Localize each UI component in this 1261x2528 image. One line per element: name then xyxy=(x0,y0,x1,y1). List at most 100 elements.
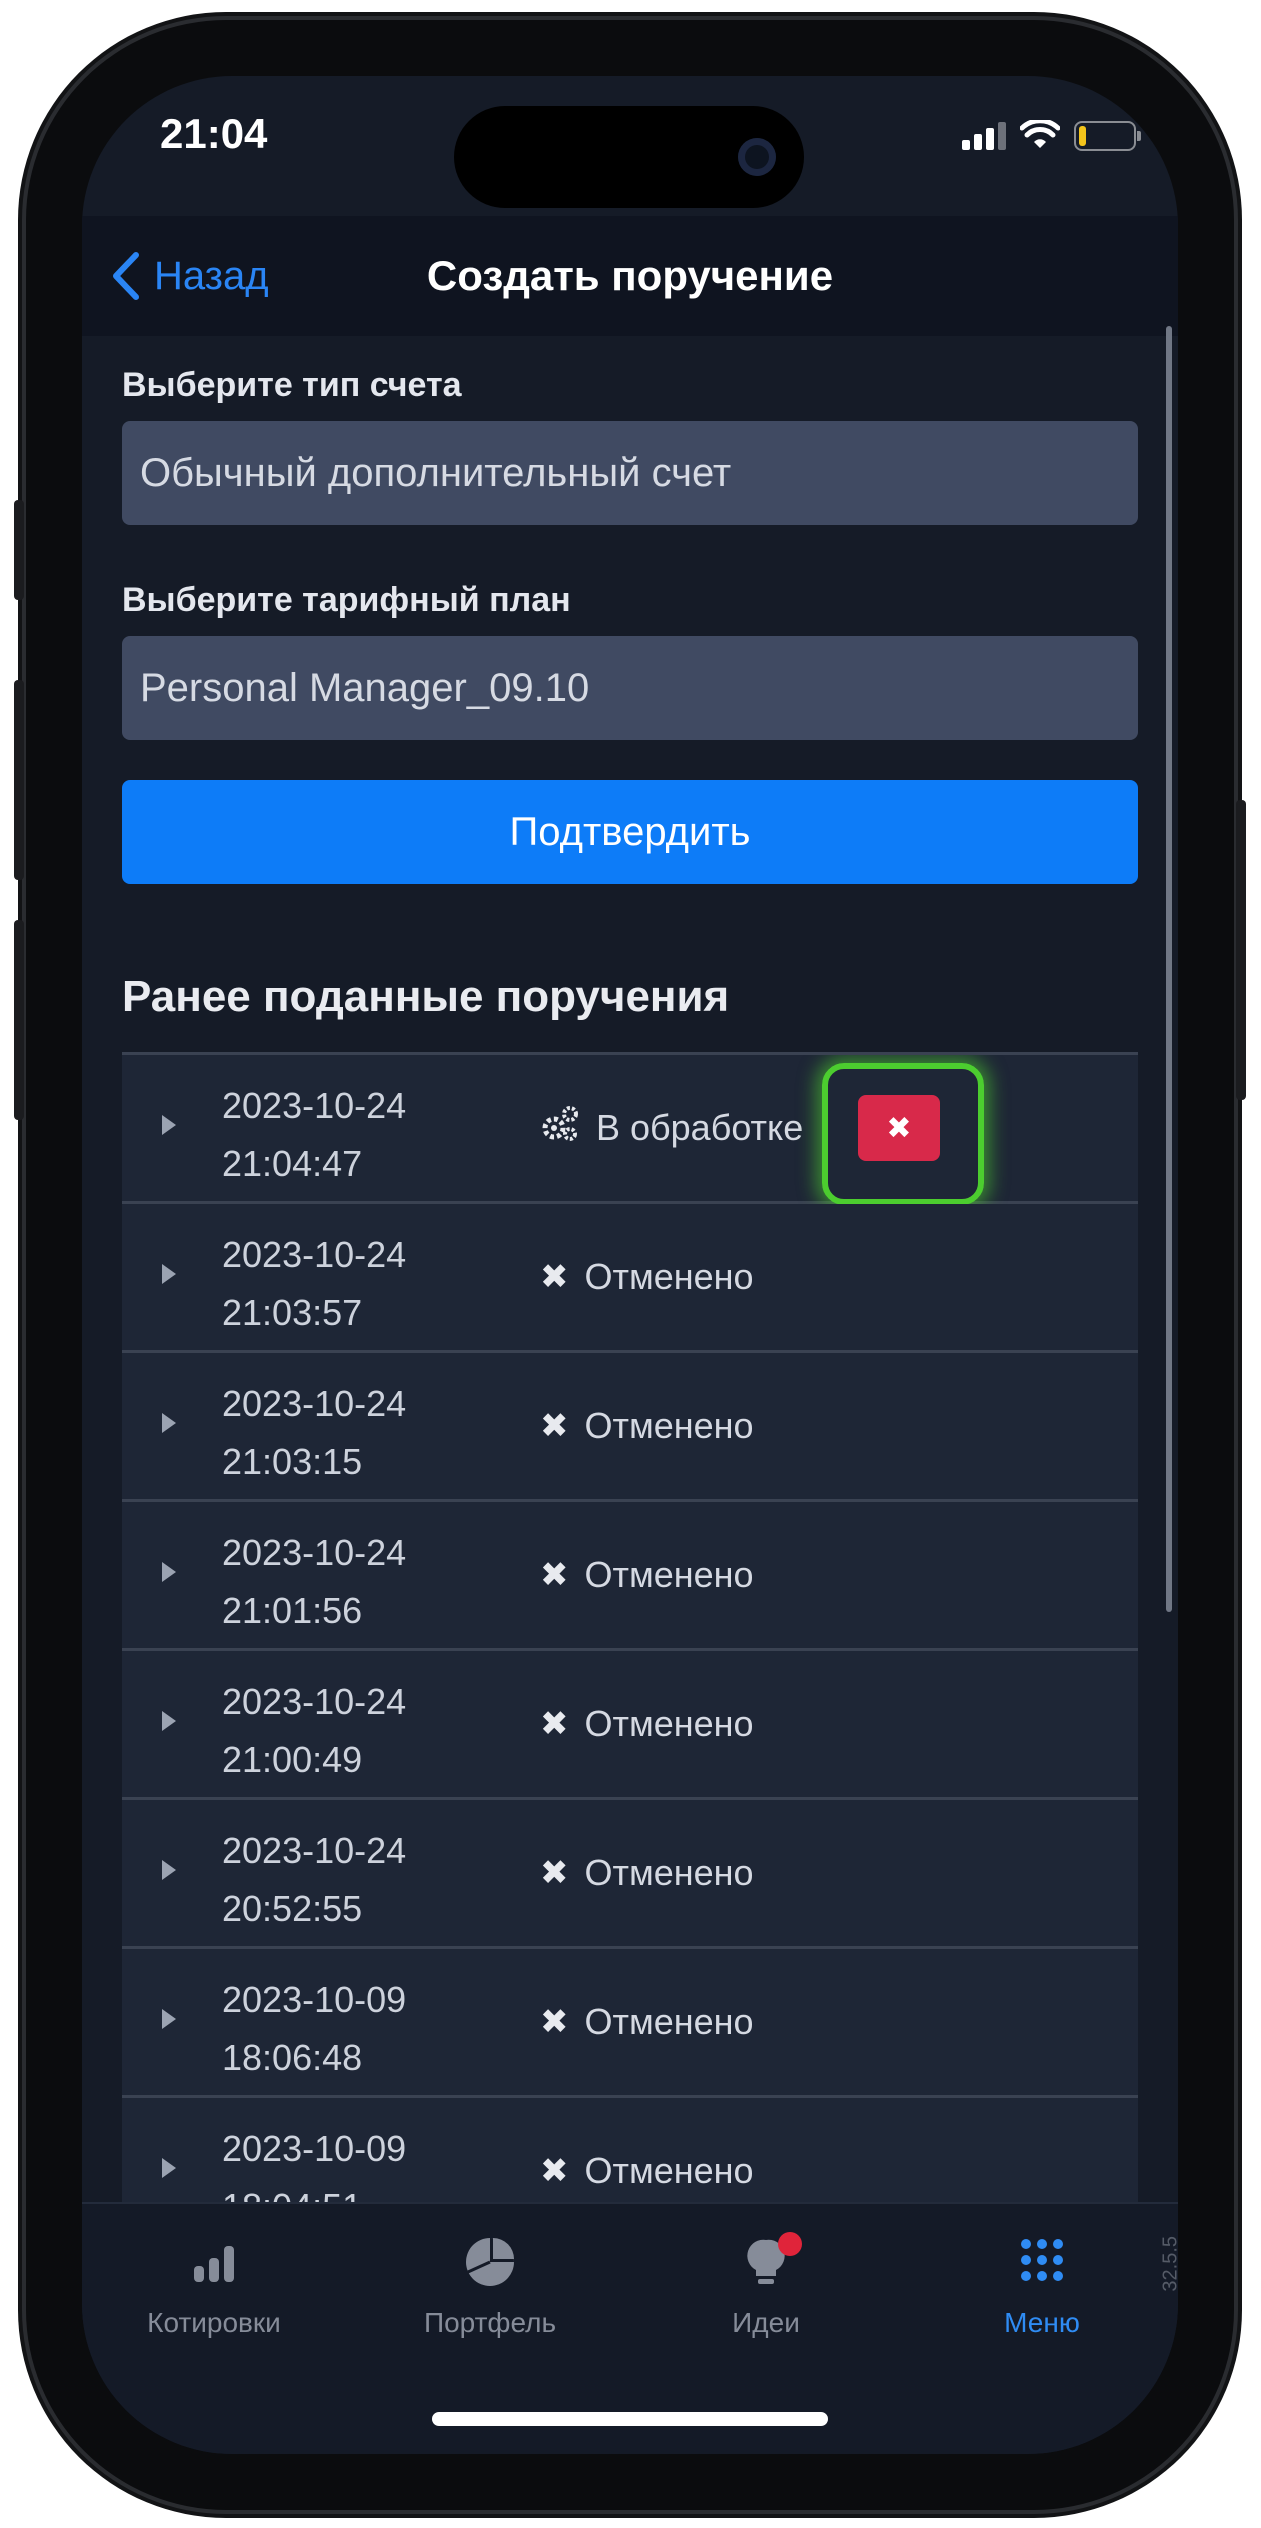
order-time: 21:01:56 xyxy=(222,1590,363,1631)
tariff-select[interactable]: Personal Manager_09.10 xyxy=(122,636,1138,740)
order-date: 2023-10-24 xyxy=(222,1681,407,1722)
notification-badge xyxy=(778,2232,802,2256)
tab-menu[interactable]: Меню xyxy=(942,2232,1142,2339)
tab-ideas[interactable]: Идеи xyxy=(666,2232,866,2339)
order-status: ✖ Отменено xyxy=(540,1204,754,1350)
order-datetime: 2023-10-24 21:01:56 xyxy=(222,1524,406,1640)
close-icon: ✖ xyxy=(540,1258,569,1296)
tab-label: Идеи xyxy=(732,2307,800,2338)
close-icon: ✖ xyxy=(540,1407,569,1445)
expand-triangle-icon[interactable] xyxy=(162,1562,176,1582)
table-row: 2023-10-24 21:00:49 ✖ Отменено xyxy=(122,1651,1138,1800)
table-row: 2023-10-24 21:01:56 ✖ Отменено xyxy=(122,1502,1138,1651)
order-form: Выберите тип счета Обычный дополнительны… xyxy=(122,366,1138,1054)
order-status: В обработке xyxy=(540,1055,803,1201)
home-indicator[interactable] xyxy=(432,2412,828,2426)
tab-label: Котировки xyxy=(147,2307,281,2338)
expand-triangle-icon[interactable] xyxy=(162,1860,176,1880)
status-label: Отменено xyxy=(584,1703,754,1744)
order-status: ✖ Отменено xyxy=(540,1800,754,1946)
tab-bar: Котировки Портфель Идеи Меню 32.5.5 xyxy=(82,2202,1178,2454)
order-datetime: 2023-10-24 21:03:15 xyxy=(222,1375,406,1491)
wifi-icon xyxy=(1020,120,1060,148)
back-button[interactable]: Назад xyxy=(110,216,269,336)
order-datetime: 2023-10-09 18:06:48 xyxy=(222,1971,406,2087)
tab-label: Портфель xyxy=(423,2307,557,2338)
table-row: 2023-10-24 21:04:47 В обработке ✖ xyxy=(122,1055,1138,1205)
status-time: 21:04 xyxy=(160,110,268,157)
order-status: ✖ Отменено xyxy=(540,1949,754,2095)
pie-chart-icon xyxy=(460,2232,520,2299)
order-time: 21:04:47 xyxy=(222,1143,363,1184)
tab-quotes[interactable]: Котировки xyxy=(114,2232,314,2339)
bar-chart-icon xyxy=(184,2232,244,2299)
account-type-select[interactable]: Обычный дополнительный счет xyxy=(122,421,1138,525)
tab-portfolio[interactable]: Портфель xyxy=(390,2232,590,2339)
order-status: ✖ Отменено xyxy=(540,1651,754,1797)
close-icon: ✖ xyxy=(540,2152,569,2190)
order-date: 2023-10-24 xyxy=(222,1085,407,1126)
cancel-order-button[interactable]: ✖ xyxy=(858,1095,940,1161)
order-date: 2023-10-24 xyxy=(222,1234,407,1275)
expand-triangle-icon[interactable] xyxy=(162,1115,176,1135)
expand-triangle-icon[interactable] xyxy=(162,2009,176,2029)
status-label: Отменено xyxy=(584,1554,754,1595)
status-label: Отменено xyxy=(584,1256,754,1297)
expand-triangle-icon[interactable] xyxy=(162,2158,176,2178)
order-datetime: 2023-10-24 21:03:57 xyxy=(222,1226,406,1342)
mute-switch xyxy=(14,500,24,600)
order-date: 2023-10-24 xyxy=(222,1830,407,1871)
status-label: Отменено xyxy=(584,2150,754,2191)
grid-menu-icon xyxy=(1012,2232,1072,2299)
table-row: 2023-10-24 21:03:57 ✖ Отменено xyxy=(122,1204,1138,1353)
order-date: 2023-10-09 xyxy=(222,2128,407,2169)
table-row: 2023-10-09 18:06:48 ✖ Отменено xyxy=(122,1949,1138,2098)
status-label: Отменено xyxy=(584,1405,754,1446)
expand-triangle-icon[interactable] xyxy=(162,1711,176,1731)
table-row: 2023-10-24 21:03:15 ✖ Отменено xyxy=(122,1353,1138,1502)
lightbulb-icon xyxy=(736,2232,802,2299)
status-label: Отменено xyxy=(584,1852,754,1893)
order-time: 18:06:48 xyxy=(222,2037,363,2078)
orders-table: 2023-10-24 21:04:47 В обработке ✖ 2023-1… xyxy=(122,1052,1138,2315)
status-label: В обработке xyxy=(596,1107,804,1148)
tariff-label: Выберите тарифный план xyxy=(122,581,571,619)
chevron-left-icon xyxy=(113,252,139,300)
order-datetime: 2023-10-24 21:00:49 xyxy=(222,1673,406,1789)
order-status: ✖ Отменено xyxy=(540,1353,754,1499)
dynamic-island xyxy=(454,106,804,208)
confirm-button[interactable]: Подтвердить xyxy=(122,780,1138,884)
scrollbar[interactable] xyxy=(1166,326,1172,1612)
order-status: ✖ Отменено xyxy=(540,1502,754,1648)
order-date: 2023-10-09 xyxy=(222,1979,407,2020)
cellular-signal-icon xyxy=(962,122,1006,150)
close-icon: ✖ xyxy=(540,1705,569,1743)
orders-section-title: Ранее поданные поручения xyxy=(122,972,730,1021)
close-icon: ✖ xyxy=(540,1854,569,1892)
table-row: 2023-10-24 20:52:55 ✖ Отменено xyxy=(122,1800,1138,1949)
volume-down-button xyxy=(14,920,24,1120)
order-time: 21:03:57 xyxy=(222,1292,363,1333)
order-time: 20:52:55 xyxy=(222,1888,363,1929)
expand-triangle-icon[interactable] xyxy=(162,1413,176,1433)
close-icon: ✖ xyxy=(540,2003,569,2041)
order-date: 2023-10-24 xyxy=(222,1532,407,1573)
back-button-label: Назад xyxy=(154,253,269,298)
order-time: 21:03:15 xyxy=(222,1441,363,1482)
app-version: 32.5.5 xyxy=(1160,2236,1178,2292)
tab-label: Меню xyxy=(1004,2307,1080,2338)
status-bar: 21:04 xyxy=(82,76,1178,216)
battery-icon xyxy=(1074,121,1141,151)
status-label: Отменено xyxy=(584,2001,754,2042)
order-datetime: 2023-10-24 20:52:55 xyxy=(222,1822,406,1938)
close-icon: ✖ xyxy=(540,1556,569,1594)
order-time: 21:00:49 xyxy=(222,1739,363,1780)
account-type-label: Выберите тип счета xyxy=(122,366,462,404)
camera-icon xyxy=(738,138,776,176)
gears-icon xyxy=(540,1104,580,1153)
app-screen: 21:04 Создать поручение Назад Выберите т… xyxy=(82,76,1178,2454)
navigation-bar: Создать поручение Назад xyxy=(82,216,1178,336)
order-date: 2023-10-24 xyxy=(222,1383,407,1424)
expand-triangle-icon[interactable] xyxy=(162,1264,176,1284)
power-button xyxy=(1236,800,1246,1100)
